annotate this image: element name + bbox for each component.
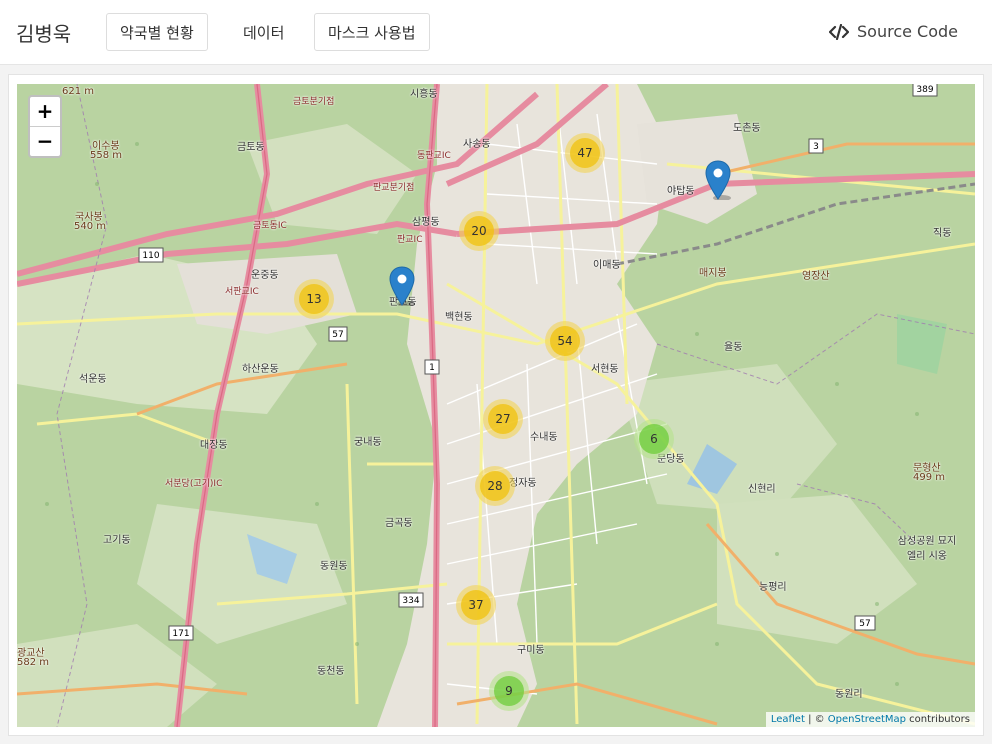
map-label: 621 m: [62, 86, 95, 97]
svg-text:110: 110: [142, 251, 159, 261]
map-label: 능평리: [759, 582, 787, 593]
nav-pharmacy-status-button[interactable]: 약국별 현황: [106, 13, 208, 51]
map-label: 판교IC: [397, 235, 423, 245]
map-label: 하산운동: [242, 364, 279, 375]
marker-cluster[interactable]: 47: [565, 133, 605, 173]
map-label: 판교분기점: [373, 183, 415, 193]
map-label: 궁내동: [354, 437, 382, 448]
map-label: 540 m: [74, 221, 107, 232]
map-label: 석운동: [79, 374, 107, 385]
map-label: 야탑동: [667, 186, 695, 197]
navbar: 김병욱 약국별 현황 데이터 마스크 사용법 Source Code: [0, 0, 992, 65]
map-label: 금곡동: [385, 518, 413, 529]
map-label: 동원동: [320, 561, 348, 572]
map-label: 서분당(고기)IC: [165, 479, 223, 489]
map-label: 동판교IC: [417, 151, 451, 161]
cluster-count: 20: [464, 216, 494, 246]
map-label: 시흥동: [410, 89, 438, 100]
svg-text:57: 57: [859, 619, 870, 629]
map-label: 동원리: [835, 689, 863, 700]
map-label: 금토동IC: [253, 221, 287, 231]
map-label: 이매동: [593, 260, 621, 271]
attribution-suffix: contributors: [906, 714, 970, 725]
cluster-count: 9: [494, 676, 524, 706]
attribution-separator: | ©: [804, 714, 828, 725]
map-label: 558 m: [90, 150, 123, 161]
nav-data-button[interactable]: 데이터: [229, 13, 298, 51]
map-label: 매지봉: [699, 268, 727, 279]
map-marker-icon[interactable]: [389, 266, 415, 306]
map-label: 율동: [724, 342, 743, 353]
zoom-out-button[interactable]: −: [30, 126, 60, 156]
map-label: 구미동: [517, 645, 545, 656]
svg-text:1: 1: [429, 363, 435, 373]
code-icon: [829, 23, 849, 40]
map-label: 동천동: [317, 666, 345, 677]
source-code-label: Source Code: [857, 22, 958, 41]
nav-mask-usage-button[interactable]: 마스크 사용법: [314, 13, 430, 51]
map-label: 대장동: [200, 440, 228, 451]
marker-cluster[interactable]: 6: [634, 419, 674, 459]
map-label: 신현리: [748, 484, 776, 495]
leaflet-link[interactable]: Leaflet: [771, 714, 805, 725]
map-label: 삼성공원 묘지 엘리 시옹: [897, 536, 957, 562]
map-label: 고기동: [103, 535, 131, 546]
cluster-count: 27: [488, 404, 518, 434]
svg-text:57: 57: [332, 330, 343, 340]
map-label: 영장산: [802, 271, 830, 282]
map-label: 수내동: [530, 432, 558, 443]
zoom-in-button[interactable]: +: [30, 97, 60, 126]
map-label: 582 m: [17, 657, 50, 668]
marker-cluster[interactable]: 13: [294, 279, 334, 319]
map-label: 직동: [933, 228, 952, 239]
cluster-count: 37: [461, 590, 491, 620]
marker-cluster[interactable]: 27: [483, 399, 523, 439]
marker-cluster[interactable]: 28: [475, 466, 515, 506]
map-attribution: Leaflet | © OpenStreetMap contributors: [765, 712, 975, 727]
marker-cluster[interactable]: 20: [459, 211, 499, 251]
svg-text:334: 334: [402, 596, 419, 606]
osm-link[interactable]: OpenStreetMap: [828, 714, 906, 725]
map-label: 사송동: [463, 139, 491, 150]
map-label: 백현동: [445, 312, 473, 323]
map-label: 금토동: [237, 142, 265, 153]
cluster-count: 54: [550, 326, 580, 356]
map-view[interactable]: 110 57 1 334 171 57 3 389 시흥동 사송동 금토동 도촌…: [17, 84, 975, 727]
map-label: 서판교IC: [225, 287, 259, 297]
source-code-link[interactable]: Source Code: [829, 22, 958, 41]
cluster-count: 6: [639, 424, 669, 454]
map-label: 서현동: [591, 364, 619, 375]
map-label: 499 m: [913, 472, 946, 483]
cluster-count: 28: [480, 471, 510, 501]
svg-text:171: 171: [172, 629, 189, 639]
map-marker-icon[interactable]: [705, 160, 731, 200]
marker-cluster[interactable]: 9: [489, 671, 529, 711]
marker-cluster[interactable]: 54: [545, 321, 585, 361]
map-label: 도촌동: [733, 123, 761, 134]
map-label: 삼평동: [412, 217, 440, 228]
zoom-control: + −: [28, 95, 62, 158]
map-label: 운중동: [251, 270, 279, 281]
marker-cluster[interactable]: 37: [456, 585, 496, 625]
svg-text:3: 3: [813, 142, 819, 152]
cluster-count: 47: [570, 138, 600, 168]
cluster-count: 13: [299, 284, 329, 314]
map-label: 금토분기점: [293, 97, 335, 107]
svg-text:389: 389: [916, 85, 933, 95]
brand-title[interactable]: 김병욱: [16, 18, 71, 47]
